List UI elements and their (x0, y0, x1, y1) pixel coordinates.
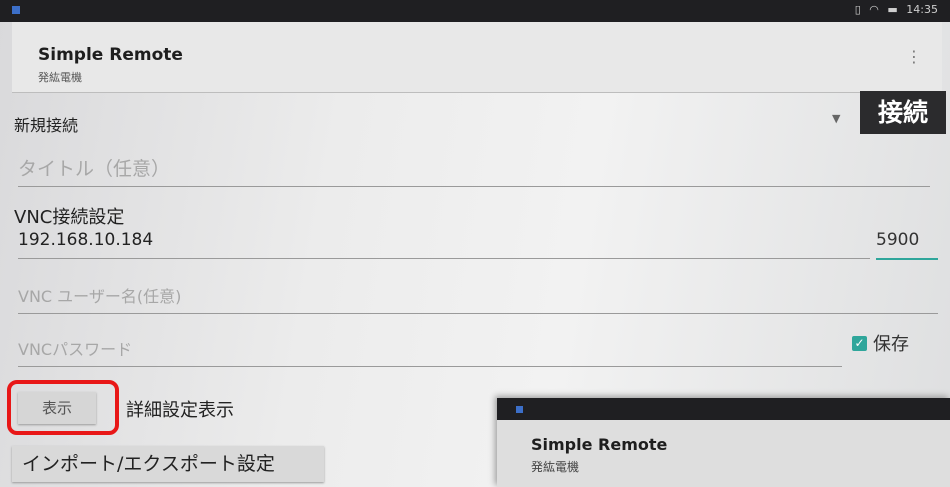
app-bar: Simple Remote 発紘電機 ⋮ (12, 22, 942, 93)
vnc-section-label: VNC接続設定 (14, 207, 125, 228)
highlight-annotation (7, 380, 119, 435)
title-field[interactable] (18, 158, 930, 187)
dropdown-arrow-icon[interactable]: ▼ (832, 112, 840, 125)
password-input[interactable] (18, 340, 842, 359)
username-field[interactable] (18, 287, 938, 314)
more-vert-icon[interactable]: ⋮ (904, 46, 924, 68)
checkbox-checked-icon[interactable]: ✓ (852, 335, 867, 351)
port-field[interactable] (876, 230, 938, 260)
username-input[interactable] (18, 287, 938, 306)
wifi-icon: ◠ (869, 3, 879, 16)
app-subtitle: 発紘電機 (38, 71, 82, 84)
overlay-status-bar (497, 398, 950, 420)
connect-button[interactable]: 接続 (860, 91, 946, 134)
save-label: 保存 (873, 334, 909, 355)
vibrate-icon: ▯ (854, 3, 861, 16)
advanced-settings-label: 詳細設定表示 (126, 400, 234, 421)
status-bar: ▯ ◠ ▬ 14:35 (0, 0, 950, 22)
host-input[interactable] (18, 230, 870, 250)
app-title: Simple Remote (38, 45, 183, 65)
overlay-app-subtitle: 発紘電機 (531, 460, 580, 474)
notification-icon (12, 6, 20, 14)
status-icons: ▯ ◠ ▬ 14:35 (850, 3, 938, 16)
battery-icon: ▬ (887, 3, 898, 16)
overlay-app-title: Simple Remote (531, 435, 668, 454)
notification-icon (516, 406, 523, 413)
title-input[interactable] (18, 158, 930, 180)
connection-select[interactable]: 新規接続 (14, 112, 78, 136)
status-time: 14:35 (906, 3, 938, 16)
import-export-button[interactable]: インポート/エクスポート設定 (12, 446, 324, 482)
port-input[interactable] (876, 230, 938, 250)
save-password-checkbox[interactable]: ✓ 保存 (852, 330, 909, 356)
host-field[interactable] (18, 230, 870, 259)
password-field[interactable] (18, 340, 842, 367)
overlay-screenshot: Simple Remote 発紘電機 (497, 398, 950, 487)
